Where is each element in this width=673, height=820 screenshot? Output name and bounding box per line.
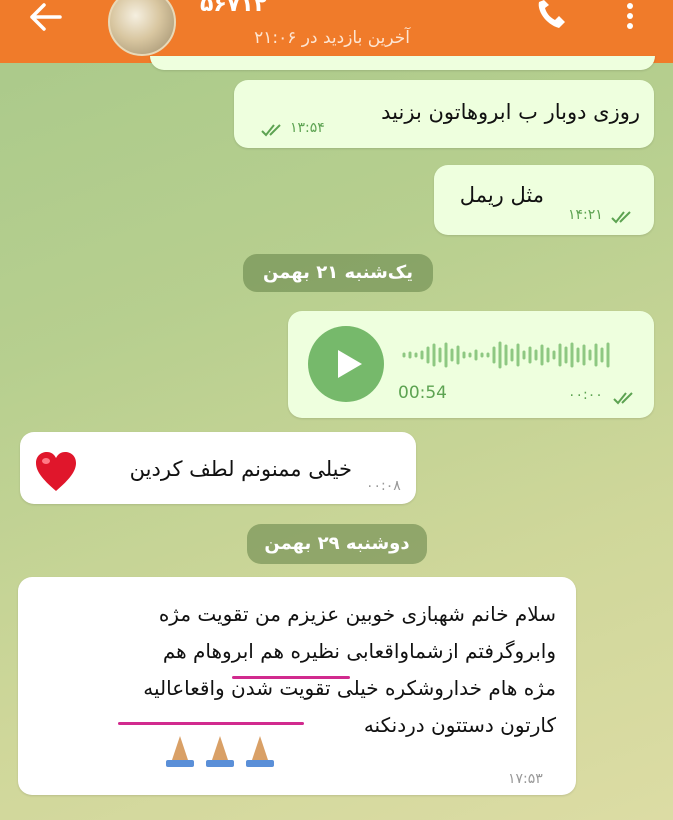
- message-line: وابروگرفتم ازشماواقعابی نظیره هم ابروهام…: [162, 639, 556, 663]
- double-check-icon: [611, 211, 631, 224]
- message-text: مثل ریمل: [459, 183, 544, 207]
- message-bubble-partial[interactable]: [150, 56, 655, 70]
- date-separator: یک‌شنبه ۲۱ بهمن: [243, 254, 433, 292]
- message-time: ۱۷:۵۳: [508, 771, 543, 787]
- avatar[interactable]: [108, 0, 176, 56]
- message-time: ۰۰:۰۰: [568, 387, 603, 403]
- praying-hands-emoji: [166, 736, 274, 767]
- message-text: روزی دوبار ب ابروهاتون بزنید: [381, 100, 640, 124]
- message-text: خیلی ممنونم لطف کردین: [129, 457, 352, 481]
- play-button[interactable]: [308, 326, 384, 402]
- voice-waveform[interactable]: [402, 340, 617, 370]
- message-time: ۰۰:۰۸: [366, 478, 401, 494]
- heart-emoji: [36, 452, 76, 491]
- message-time: ۱۳:۵۴: [290, 120, 325, 136]
- message-bubble-outgoing[interactable]: روزی دوبار ب ابروهاتون بزنید ۱۳:۵۴: [234, 80, 654, 148]
- message-line: کارتون دستتون دردنکنه: [363, 713, 556, 737]
- double-check-icon: [613, 392, 633, 405]
- phone-icon[interactable]: [533, 0, 569, 30]
- date-separator: دوشنبه ۲۹ بهمن: [247, 524, 427, 564]
- play-icon: [338, 350, 362, 378]
- contact-name[interactable]: ۵۶۷۱۲: [200, 0, 267, 17]
- message-line: سلام خانم شهبازی خوبین عزیزم من تقویت مژ…: [158, 602, 556, 626]
- double-check-icon: [261, 124, 281, 137]
- chat-header: ۵۶۷۱۲ آخرین بازدید در ۲۱:۰۶: [0, 0, 673, 63]
- back-arrow-icon[interactable]: [26, 0, 66, 34]
- more-vert-icon[interactable]: [620, 0, 640, 32]
- message-time: ۱۴:۲۱: [568, 207, 603, 223]
- message-bubble-outgoing[interactable]: مثل ریمل ۱۴:۲۱: [434, 165, 654, 235]
- pink-underline: [232, 676, 350, 679]
- pink-underline: [118, 722, 304, 725]
- message-bubble-incoming[interactable]: خیلی ممنونم لطف کردین ۰۰:۰۸: [20, 432, 416, 504]
- last-seen: آخرین بازدید در ۲۱:۰۶: [254, 28, 410, 48]
- voice-duration: 00:54: [398, 383, 447, 403]
